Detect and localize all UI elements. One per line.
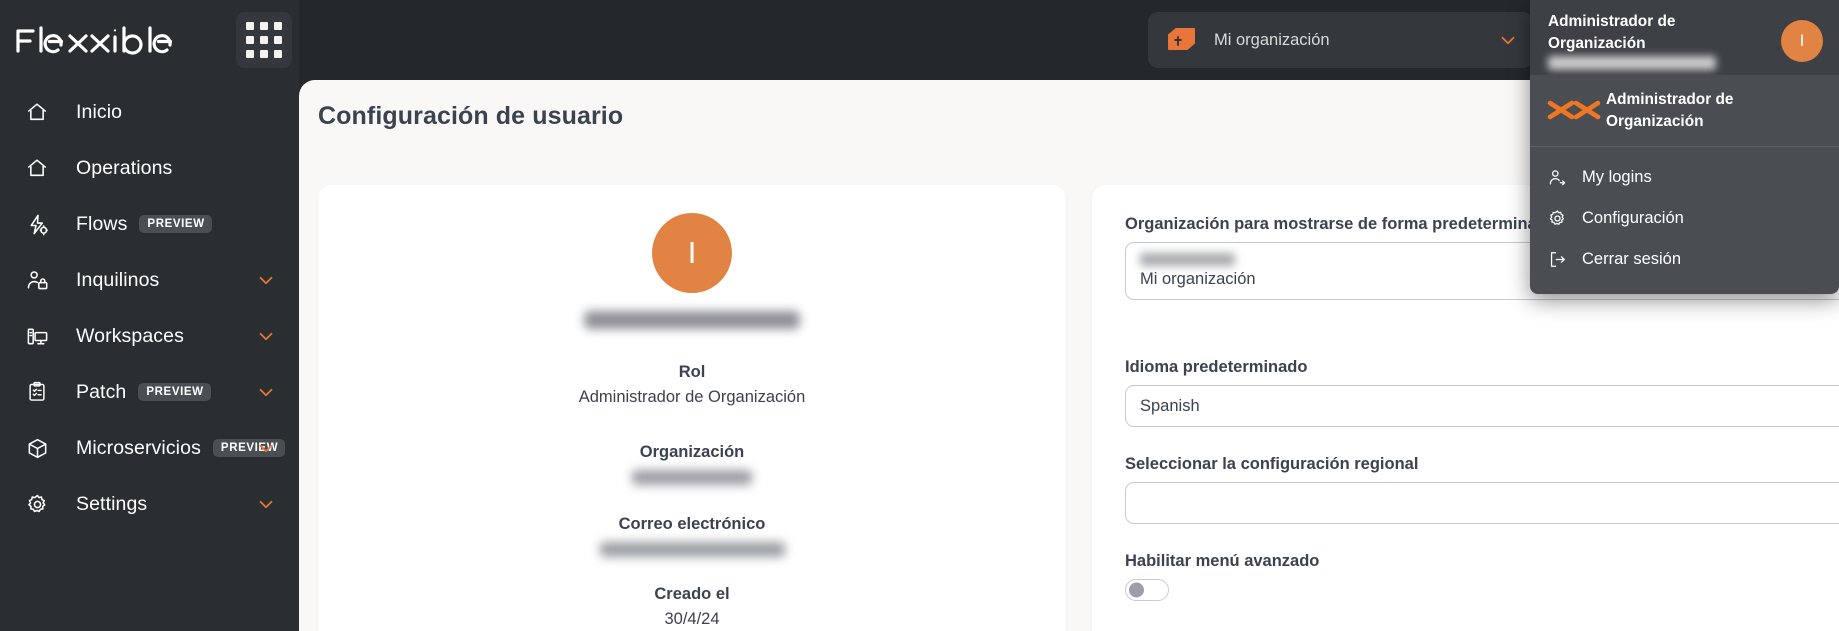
toolbox-icon [1164, 22, 1200, 58]
sidebar-item-inicio[interactable]: Inicio [0, 84, 299, 140]
brand-row [0, 0, 299, 80]
user-menu-item-my-logins[interactable]: My logins [1530, 157, 1839, 198]
sidebar-item-label: Inicio [76, 100, 123, 123]
avatar: I [652, 213, 732, 293]
chevron-down-icon[interactable] [255, 269, 277, 291]
field-label: Seleccionar la configuración regional [1125, 455, 1419, 473]
user-menu-item-label: Configuración [1582, 209, 1684, 228]
field-value: 30/4/24 [664, 610, 720, 628]
user-account-menu: Administrador de Organización I Administ… [1530, 0, 1839, 295]
field-label: Organización [639, 443, 745, 461]
chevron-down-icon[interactable] [1497, 29, 1519, 51]
sidebar-item-inquilinos[interactable]: Inquilinos [0, 252, 299, 308]
field-locale: Seleccionar la configuración regional [1125, 455, 1839, 524]
sidebar-item-label: Microservicios [76, 436, 201, 459]
language-value: Spanish [1140, 396, 1200, 415]
sidebar-item-patch[interactable]: Patch PREVIEW [0, 364, 299, 420]
organization-switcher-texts: Mi organización [1212, 31, 1489, 50]
chevron-down-icon[interactable] [255, 437, 277, 459]
default-organization-subtitle: Mi organización [1140, 270, 1256, 288]
clipboard-icon [20, 377, 54, 407]
field-label: Correo electrónico [618, 515, 766, 533]
user-menu-org-texts: Administrador de Organización [1606, 89, 1825, 132]
sidebar-item-workspaces[interactable]: Workspaces [0, 308, 299, 364]
avatar: I [1781, 20, 1823, 62]
user-menu-items: My logins Configuración Cerrar sesión [1530, 147, 1839, 294]
grid-apps-icon [246, 22, 282, 58]
default-organization-value: Mi organización [1140, 253, 1256, 289]
field-label: Rol [678, 363, 706, 381]
sidebar-item-microservicios[interactable]: Microservicios PREVIEW [0, 420, 299, 476]
preview-badge: PREVIEW [139, 214, 212, 234]
cube-icon [20, 433, 54, 463]
field-label: Creado el [654, 585, 730, 603]
sidebar-item-settings[interactable]: Settings [0, 476, 299, 532]
page-title: Configuración de usuario [318, 102, 624, 130]
flow-bolt-icon [20, 209, 54, 239]
user-menu-item-cerrar-sesion[interactable]: Cerrar sesión [1530, 239, 1839, 280]
sidebar-nav: Inicio Operations Flows PREVIEW Inquilin… [0, 84, 299, 532]
profile-field-rol: Rol Administrador de Organización [318, 363, 1066, 407]
profile-fullname-redacted [584, 311, 800, 329]
sidebar: Inicio Operations Flows PREVIEW Inquilin… [0, 0, 299, 631]
field-value: Administrador de Organización [578, 388, 806, 406]
user-menu-item-label: My logins [1582, 168, 1652, 187]
user-menu-header[interactable]: Administrador de Organización I [1530, 0, 1839, 75]
flexxible-logo [14, 21, 186, 59]
field-label: Habilitar menú avanzado [1125, 552, 1320, 570]
field-default-language: Idioma predeterminado Spanish [1125, 358, 1839, 427]
preview-badge: PREVIEW [138, 382, 211, 402]
profile-field-creado: Creado el 30/4/24 [318, 585, 1066, 629]
organization-subtitle: Mi organización [1214, 30, 1330, 49]
logout-icon [1548, 250, 1572, 269]
user-menu-item-configuracion[interactable]: Configuración [1530, 198, 1839, 239]
app-root: Inicio Operations Flows PREVIEW Inquilin… [0, 0, 1839, 631]
sidebar-item-label: Flows [76, 212, 128, 235]
user-lock-icon [20, 265, 54, 295]
user-menu-org-title: Administrador de Organización [1606, 91, 1734, 130]
chevron-down-icon[interactable] [255, 325, 277, 347]
toggle-knob [1129, 582, 1144, 598]
sidebar-item-label: Settings [76, 492, 148, 515]
desktop-icon [20, 321, 54, 351]
profile-field-organizacion: Organización [318, 443, 1066, 485]
sidebar-item-label: Workspaces [76, 324, 184, 347]
user-menu-header-texts: Administrador de Organización [1548, 8, 1775, 70]
user-menu-role: Administrador de Organización [1548, 13, 1676, 52]
chevron-down-icon[interactable] [255, 493, 277, 515]
locale-select[interactable] [1125, 482, 1839, 524]
user-menu-org-entry[interactable]: Administrador de Organización [1530, 75, 1839, 148]
apps-grid-button[interactable] [236, 12, 292, 68]
field-advanced-menu: Habilitar menú avanzado [1125, 552, 1839, 601]
user-menu-item-label: Cerrar sesión [1582, 250, 1682, 269]
advanced-menu-toggle[interactable] [1125, 579, 1169, 601]
sidebar-item-flows[interactable]: Flows PREVIEW [0, 196, 299, 252]
chevron-down-icon[interactable] [255, 381, 277, 403]
language-select[interactable]: Spanish [1125, 385, 1839, 427]
user-arrow-icon [1548, 168, 1572, 187]
gear-icon [20, 489, 54, 519]
home-icon [20, 153, 54, 183]
profile-card: I Rol Administrador de Organización Orga… [318, 185, 1066, 631]
field-label: Idioma predeterminado [1125, 358, 1308, 376]
gear-icon [1548, 209, 1572, 228]
home-icon [20, 97, 54, 127]
field-value-redacted [632, 470, 752, 485]
profile-field-correo: Correo electrónico [318, 515, 1066, 557]
sidebar-item-label: Patch [76, 380, 127, 403]
sidebar-item-label: Operations [76, 156, 173, 179]
sidebar-item-label: Inquilinos [76, 268, 160, 291]
organization-switcher[interactable]: Mi organización [1148, 12, 1533, 68]
user-menu-username-redacted [1548, 55, 1716, 70]
default-organization-name-redacted [1140, 253, 1235, 266]
flexxible-mark-icon [1546, 89, 1602, 123]
field-value-redacted [599, 542, 785, 557]
sidebar-item-operations[interactable]: Operations [0, 140, 299, 196]
